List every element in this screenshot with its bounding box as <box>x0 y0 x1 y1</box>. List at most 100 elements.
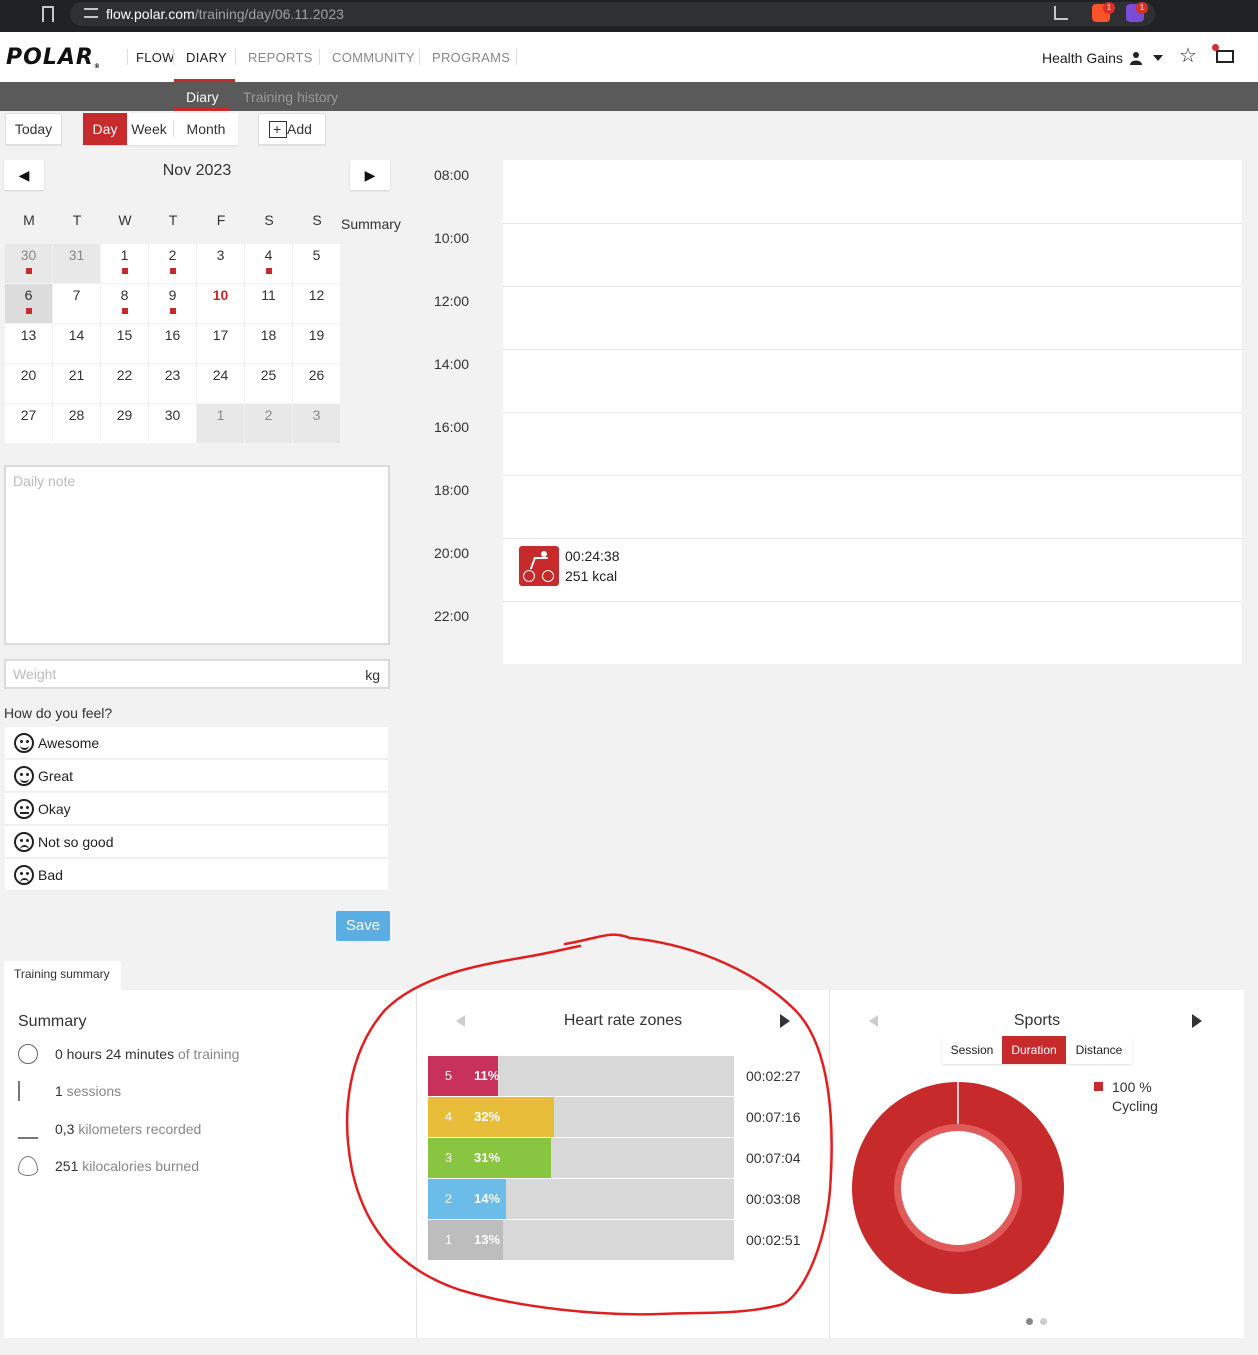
calendar-day[interactable]: 18 <box>245 324 292 363</box>
user-name[interactable]: Health Gains <box>1042 50 1123 66</box>
sports-next-arrow-icon[interactable] <box>1192 1014 1202 1028</box>
calendar-day[interactable]: 25 <box>245 364 292 403</box>
calendar-day-number: 22 <box>116 367 133 383</box>
today-button[interactable]: Today <box>5 113 62 145</box>
hr-next-arrow-icon[interactable] <box>780 1014 790 1028</box>
training-summary-tab[interactable]: Training summary <box>4 961 121 990</box>
nav-diary[interactable]: DIARY <box>186 50 227 65</box>
next-month-button[interactable]: ▶ <box>350 160 390 190</box>
bookmark-icon[interactable] <box>42 6 54 22</box>
calendar-day[interactable]: 3 <box>197 244 244 283</box>
segment-separator <box>173 121 174 137</box>
calendar-day[interactable]: 30 <box>5 244 52 283</box>
weekday-label: S <box>264 212 274 228</box>
panel-divider <box>829 990 830 1338</box>
calendar-day[interactable]: 24 <box>197 364 244 403</box>
calendar-day[interactable]: 20 <box>5 364 52 403</box>
day-view-button[interactable]: Day <box>83 113 127 145</box>
share-icon[interactable] <box>1054 6 1068 20</box>
calendar-day[interactable]: 1 <box>101 244 148 283</box>
training-marker <box>26 308 32 314</box>
legend-color-swatch <box>1094 1082 1103 1091</box>
person-icon[interactable] <box>1130 51 1142 65</box>
calendar-day[interactable]: 6 <box>5 284 52 323</box>
calendar-summary-label[interactable]: Summary <box>341 216 401 232</box>
calendar-day[interactable]: 8 <box>101 284 148 323</box>
calendar-day[interactable]: 1 <box>197 404 244 443</box>
calendar-day[interactable]: 30 <box>149 404 196 443</box>
calendar-day[interactable]: 16 <box>149 324 196 363</box>
sports-tab-distance[interactable]: Distance <box>1066 1036 1132 1064</box>
subnav-diary[interactable]: Diary <box>186 89 219 105</box>
pager-dot[interactable] <box>1040 1318 1047 1325</box>
calendar-day[interactable]: 3 <box>293 404 340 443</box>
star-icon[interactable]: ☆ <box>1179 46 1197 66</box>
sports-tab-duration[interactable]: Duration <box>1002 1036 1066 1064</box>
nav-separator <box>419 49 420 65</box>
site-settings-icon[interactable] <box>84 8 98 18</box>
week-view-button[interactable]: Week <box>129 113 169 145</box>
hr-zone-percent: 13% <box>474 1232 501 1247</box>
calendar-day[interactable]: 14 <box>53 324 100 363</box>
browser-toolbar: flow.polar.com/training/day/06.11.2023 1… <box>0 0 1258 32</box>
timeline-hour-label: 18:00 <box>434 482 470 498</box>
add-button[interactable]: Add <box>258 113 326 145</box>
sports-donut-chart[interactable] <box>852 1082 1064 1294</box>
hr-zone-row: 1 13% <box>428 1220 734 1260</box>
address-bar[interactable]: flow.polar.com/training/day/06.11.2023 <box>70 2 1155 26</box>
calendar-day[interactable]: 21 <box>53 364 100 403</box>
pager-dot-active[interactable] <box>1026 1318 1033 1325</box>
calendar-day[interactable]: 27 <box>5 404 52 443</box>
calendar-day[interactable]: 22 <box>101 364 148 403</box>
previous-month-button[interactable]: ◀ <box>4 160 44 190</box>
nav-reports[interactable]: REPORTS <box>248 50 313 65</box>
sports-prev-arrow-icon[interactable] <box>869 1015 878 1027</box>
nav-flow[interactable]: FLOW <box>136 50 175 65</box>
sports-tab-session[interactable]: Session <box>942 1036 1002 1064</box>
user-menu-caret-icon[interactable] <box>1153 55 1163 61</box>
calendar-day[interactable]: 7 <box>53 284 100 323</box>
subnav-training-history[interactable]: Training history <box>243 89 338 105</box>
calendar-day-number: 26 <box>308 367 325 383</box>
save-button[interactable]: Save <box>336 911 390 941</box>
daily-note-field[interactable]: Daily note <box>4 465 390 645</box>
month-view-button[interactable]: Month <box>177 113 235 145</box>
weight-field[interactable]: Weight kg <box>4 659 390 689</box>
calendar-day[interactable]: 4 <box>245 244 292 283</box>
calendar-day[interactable]: 19 <box>293 324 340 363</box>
calendar-day[interactable]: 11 <box>245 284 292 323</box>
feel-option-great[interactable]: Great <box>5 760 388 792</box>
feel-option-bad[interactable]: Bad <box>5 859 388 891</box>
messages-icon[interactable] <box>1216 50 1234 63</box>
feel-option-okay[interactable]: Okay <box>5 793 388 825</box>
calendar-day[interactable]: 9 <box>149 284 196 323</box>
day-timeline[interactable]: 00:24:38 251 kcal <box>503 160 1242 664</box>
calendar-day[interactable]: 15 <box>101 324 148 363</box>
weight-unit: kg <box>365 667 380 683</box>
calendar-day-number: 13 <box>20 327 37 343</box>
feel-option-not-so-good[interactable]: Not so good <box>5 826 388 858</box>
polar-logo[interactable]: POLAR® <box>6 45 101 70</box>
calendar-day[interactable]: 12 <box>293 284 340 323</box>
calendar-day[interactable]: 29 <box>101 404 148 443</box>
calendar-day[interactable]: 31 <box>53 244 100 283</box>
sports-metric-tabs: Session Duration Distance <box>942 1036 1132 1064</box>
calendar-day[interactable]: 2 <box>149 244 196 283</box>
summary-label: of training <box>174 1046 240 1062</box>
calendar-day[interactable]: 10 <box>197 284 244 323</box>
nav-programs[interactable]: PROGRAMS <box>432 50 510 65</box>
calendar-day[interactable]: 23 <box>149 364 196 403</box>
summary-text: 0,3 kilometers recorded <box>55 1121 201 1137</box>
calendar-day[interactable]: 17 <box>197 324 244 363</box>
nav-community[interactable]: COMMUNITY <box>332 50 415 65</box>
calendar-day[interactable]: 26 <box>293 364 340 403</box>
calendar-day-number: 14 <box>68 327 85 343</box>
calendar-day[interactable]: 13 <box>5 324 52 363</box>
calendar-day-number: 18 <box>260 327 277 343</box>
hr-prev-arrow-icon[interactable] <box>456 1015 465 1027</box>
calendar-day[interactable]: 28 <box>53 404 100 443</box>
calendar-day-number: 27 <box>20 407 37 423</box>
calendar-day[interactable]: 2 <box>245 404 292 443</box>
feel-option-awesome[interactable]: Awesome <box>5 727 388 759</box>
calendar-day[interactable]: 5 <box>293 244 340 283</box>
